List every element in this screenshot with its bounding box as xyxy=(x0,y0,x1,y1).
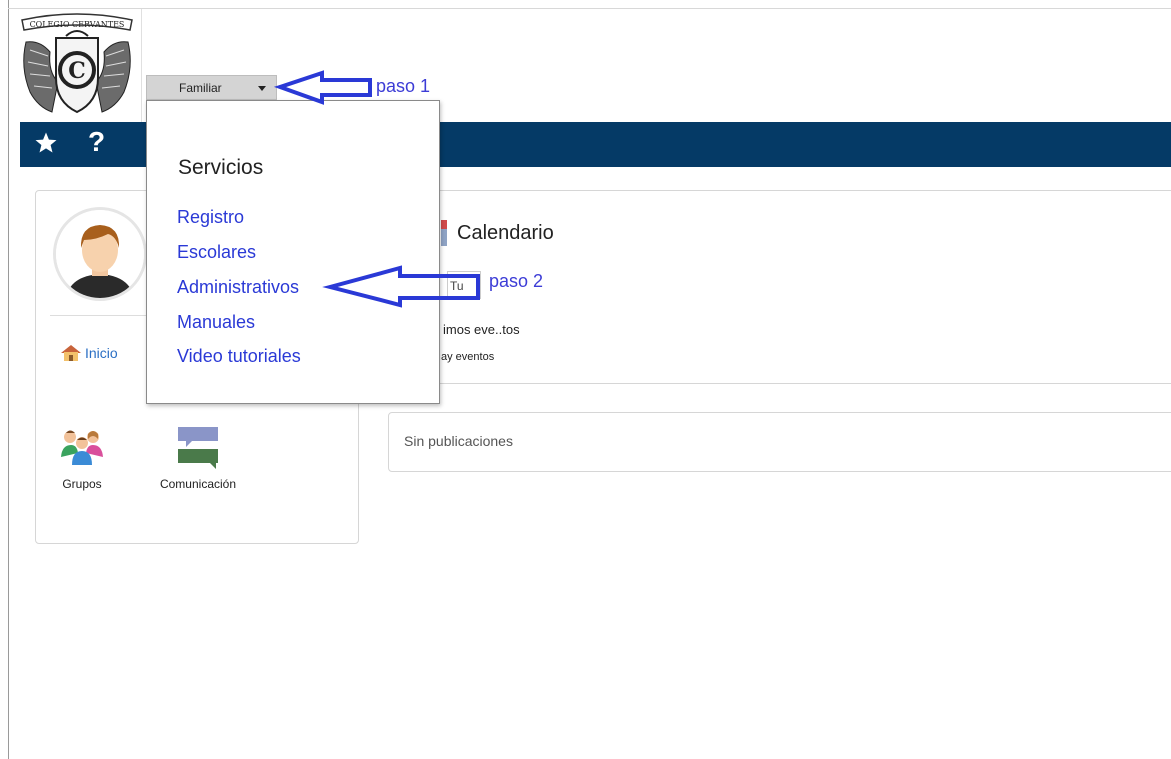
home-icon xyxy=(61,345,81,361)
svg-text:C: C xyxy=(68,58,86,84)
menu-heading: Servicios xyxy=(178,156,264,179)
posts-empty-text: Sin publicaciones xyxy=(404,433,513,449)
star-icon[interactable] xyxy=(34,131,58,155)
avatar[interactable] xyxy=(53,207,147,301)
calendar-input[interactable]: Tu xyxy=(447,271,481,299)
role-dropdown-button[interactable]: Familiar xyxy=(146,75,277,100)
window-left-border xyxy=(8,0,9,759)
menu-item-manuales[interactable]: Manuales xyxy=(177,312,255,333)
role-dropdown-label: Familiar xyxy=(179,81,222,95)
chevron-down-icon xyxy=(258,86,266,91)
app-tile-comunicacion[interactable]: Comunicación xyxy=(143,427,253,491)
menu-item-escolares[interactable]: Escolares xyxy=(177,242,256,263)
users-icon xyxy=(61,430,103,465)
app-tile-label: Comunicación xyxy=(159,477,237,491)
annotation-step1: paso 1 xyxy=(376,76,431,96)
logo-text: COLEGIO CERVANTES xyxy=(30,20,125,29)
logo-separator xyxy=(141,9,142,122)
page: COLEGIO CERVANTES C Familiar paso 1 ? In… xyxy=(0,0,1171,759)
upcoming-events-heading: imos eve..tos xyxy=(443,322,520,337)
app-tile-grupos[interactable]: Grupos xyxy=(52,427,112,491)
window-top-border xyxy=(8,8,1171,9)
no-events-text: ay eventos xyxy=(441,351,495,363)
school-logo[interactable]: COLEGIO CERVANTES C xyxy=(18,12,136,119)
arrow-step1 xyxy=(273,70,372,105)
help-icon[interactable]: ? xyxy=(88,122,105,162)
menu-item-administrativos[interactable]: Administrativos xyxy=(177,277,299,298)
home-link[interactable]: Inicio xyxy=(60,344,118,362)
menu-item-video-tutoriales[interactable]: Video tutoriales xyxy=(177,346,301,367)
home-link-label: Inicio xyxy=(85,345,118,361)
card-divider xyxy=(50,315,150,316)
calendar-icon xyxy=(441,220,447,246)
calendar-title: Calendario xyxy=(457,222,554,244)
annotation-step2: paso 2 xyxy=(489,271,544,291)
menu-item-registro[interactable]: Registro xyxy=(177,207,244,228)
chat-icon xyxy=(178,427,218,469)
app-tile-label: Grupos xyxy=(62,477,102,491)
